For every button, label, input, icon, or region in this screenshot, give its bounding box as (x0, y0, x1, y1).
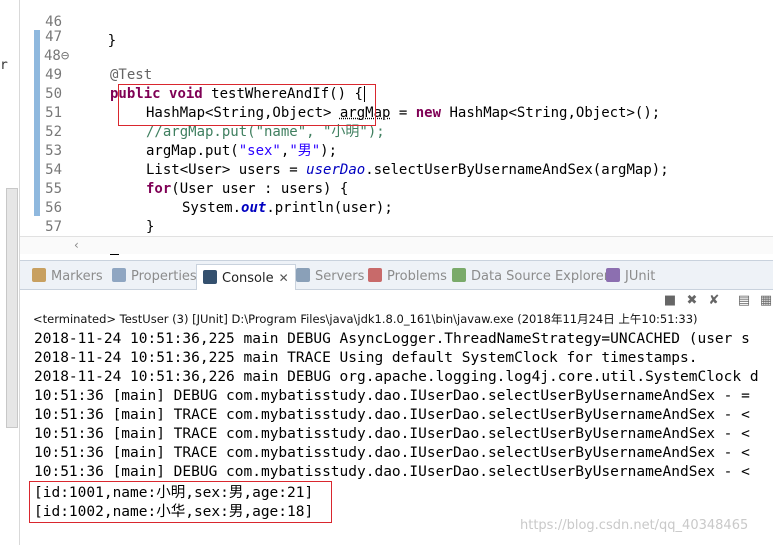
problems-icon (368, 268, 382, 282)
code-line-50: 50 HashMap<String,Object> argMap = new H… (45, 86, 661, 121)
close-icon[interactable]: ✕ (279, 271, 289, 285)
markers-icon (32, 268, 46, 282)
servers-icon (296, 268, 310, 282)
scroll-left-icon[interactable]: ‹ (74, 238, 79, 252)
console-line: 10:51:36 [main] TRACE com.mybatisstudy.d… (34, 445, 750, 461)
console-status: <terminated> TestUser (3) [JUnit] D:\Pro… (33, 312, 698, 326)
result-highlight-box (29, 481, 332, 523)
code-line-55: 55 System.out.println(user); (45, 181, 393, 216)
editor-horizontal-scrollbar[interactable]: ‹ (20, 236, 773, 254)
left-view-text: r (0, 58, 8, 73)
tab-console[interactable]: Console ✕ (196, 264, 296, 290)
code-line-54: 54 for(User user : users) { (45, 162, 349, 197)
console-line: 10:51:36 [main] DEBUG com.mybatisstudy.d… (34, 464, 750, 480)
junit-icon (606, 268, 620, 282)
console-icon (203, 270, 217, 284)
console-toolbar: ■ ✖ ✘ ▤ ▦ (20, 290, 773, 312)
view-tab-bar: Markers Properties Console ✕ Servers Prob… (20, 260, 773, 290)
remove-all-icon[interactable]: ✘ (706, 293, 722, 309)
clear-console-icon[interactable]: ▤ (736, 293, 752, 309)
console-line: 2018-11-24 10:51:36,226 main DEBUG org.a… (34, 369, 759, 385)
watermark: https://blog.csdn.net/qq_40348465 (520, 518, 749, 533)
properties-icon (112, 268, 126, 282)
tab-junit[interactable]: JUnit (606, 267, 655, 287)
scroll-lock-icon[interactable]: ▦ (758, 293, 773, 309)
console-line: 10:51:36 [main] DEBUG com.mybatisstudy.d… (34, 388, 750, 404)
terminate-icon[interactable]: ■ (662, 293, 678, 309)
code-line-58: 58 (20, 218, 773, 254)
left-view-scrollbar[interactable] (6, 188, 18, 428)
tab-data-source-explorer[interactable]: Data Source Explorer (452, 267, 609, 287)
code-highlight-box (118, 84, 376, 126)
console-line: 2018-11-24 10:51:36,225 main DEBUG Async… (34, 331, 750, 347)
tab-properties[interactable]: Properties (112, 267, 197, 287)
code-line-49: 49 public void testWhereAndIf() {​ (45, 67, 365, 102)
code-line-47: 47 (45, 29, 62, 45)
tab-problems[interactable]: Problems (368, 267, 447, 287)
tab-markers[interactable]: Markers (32, 267, 103, 287)
code-line-48: 48⊖ @Test (20, 28, 773, 83)
remove-launch-icon[interactable]: ✖ (684, 293, 700, 309)
datasource-icon (452, 268, 466, 282)
code-line-57: 57 } (20, 199, 773, 255)
console-line: 10:51:36 [main] TRACE com.mybatisstudy.d… (34, 407, 750, 423)
code-line-56: 56 } (45, 200, 155, 235)
left-view-sliver: r (0, 0, 20, 545)
console-line: 10:51:36 [main] TRACE com.mybatisstudy.d… (34, 426, 750, 442)
tab-servers[interactable]: Servers (296, 267, 364, 287)
console-line: 2018-11-24 10:51:36,225 main TRACE Using… (34, 350, 698, 366)
code-editor[interactable]: 46 } 47 48⊖ @Test 49 public void testWhe… (20, 0, 773, 258)
